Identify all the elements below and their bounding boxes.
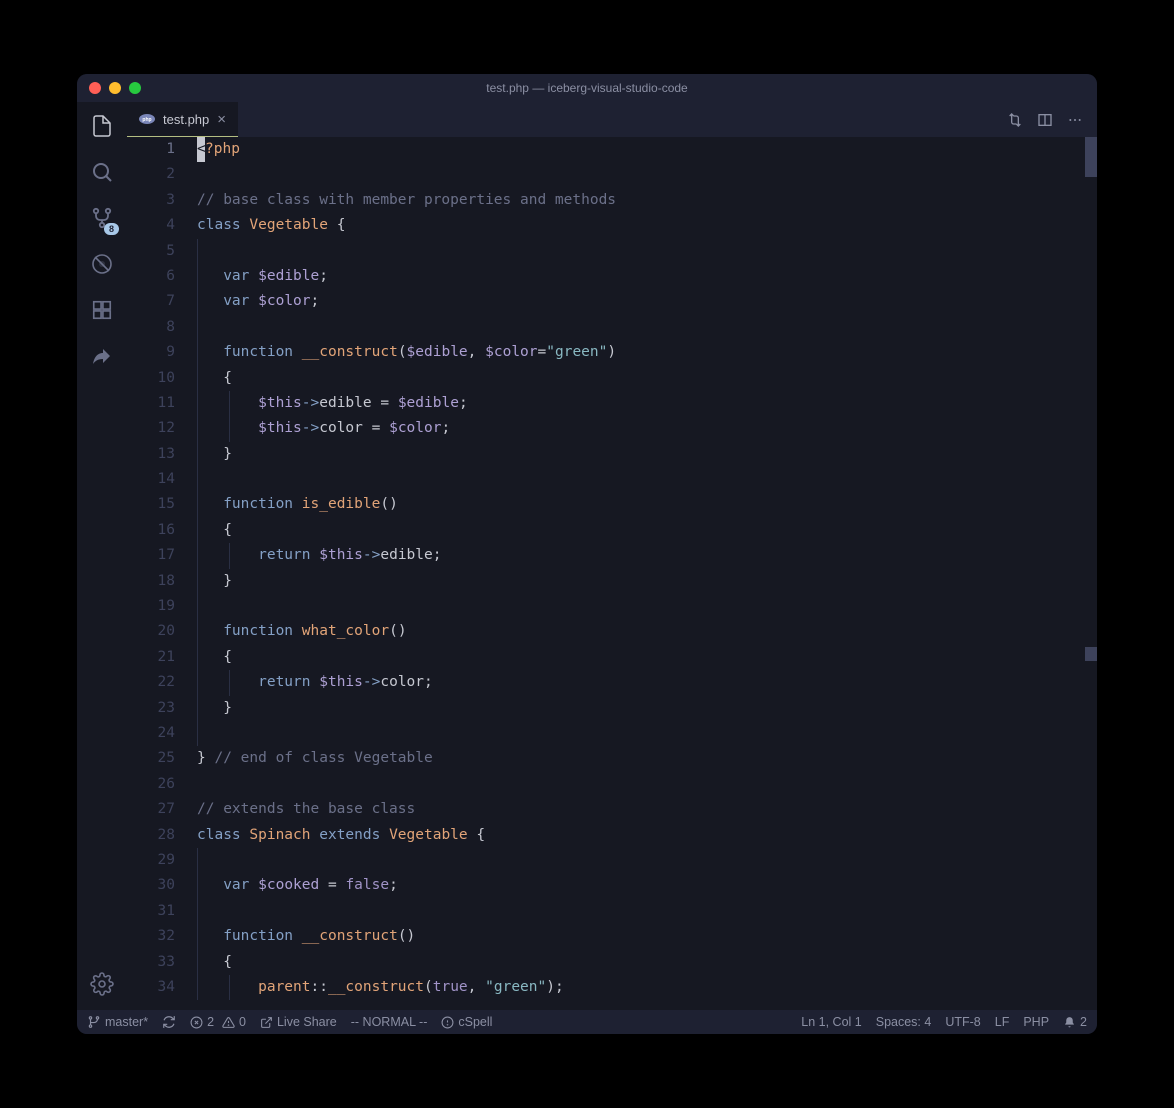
cursor-position[interactable]: Ln 1, Col 1: [801, 1015, 861, 1029]
vim-mode: -- NORMAL --: [351, 1015, 428, 1029]
more-actions-icon[interactable]: [1067, 112, 1083, 128]
error-count: 2: [207, 1015, 214, 1029]
search-icon[interactable]: [88, 158, 116, 186]
debug-icon[interactable]: [88, 250, 116, 278]
status-bar: master* 2 0 Live Share -- NORMAL -- cSpe…: [77, 1010, 1097, 1034]
tab-label: test.php: [163, 112, 209, 127]
code-editor[interactable]: 1234567891011121314151617181920212223242…: [127, 137, 1097, 1010]
traffic-lights: [89, 82, 141, 94]
cspell-label: cSpell: [458, 1015, 492, 1029]
language-mode[interactable]: PHP: [1023, 1015, 1049, 1029]
body-area: 8 php test.php: [77, 102, 1097, 1010]
settings-gear-icon[interactable]: [88, 970, 116, 998]
explorer-icon[interactable]: [88, 112, 116, 140]
scrollbar-thumb[interactable]: [1085, 137, 1097, 177]
minimize-window-button[interactable]: [109, 82, 121, 94]
tabs-bar: php test.php ×: [127, 102, 1097, 137]
problems-indicator[interactable]: 2 0: [190, 1015, 246, 1029]
tab-test-php[interactable]: php test.php ×: [127, 102, 238, 137]
branch-name: master*: [105, 1015, 148, 1029]
branch-indicator[interactable]: master*: [87, 1015, 148, 1029]
close-tab-icon[interactable]: ×: [217, 111, 226, 128]
notification-count: 2: [1080, 1015, 1087, 1029]
tab-actions: [993, 102, 1097, 137]
indentation-indicator[interactable]: Spaces: 4: [876, 1015, 932, 1029]
notifications-indicator[interactable]: 2: [1063, 1015, 1087, 1029]
scrollbar-track[interactable]: [1085, 137, 1097, 1010]
window-title: test.php — iceberg-visual-studio-code: [77, 81, 1097, 95]
maximize-window-button[interactable]: [129, 82, 141, 94]
extensions-icon[interactable]: [88, 296, 116, 324]
titlebar: test.php — iceberg-visual-studio-code: [77, 74, 1097, 102]
source-control-icon[interactable]: 8: [88, 204, 116, 232]
encoding-indicator[interactable]: UTF-8: [945, 1015, 980, 1029]
liveshare-label: Live Share: [277, 1015, 337, 1029]
minimap-marker: [1085, 647, 1097, 661]
line-number-gutter: 1234567891011121314151617181920212223242…: [127, 137, 197, 1010]
code-content[interactable]: <?php// base class with member propertie…: [197, 137, 1097, 1010]
vscode-window: test.php — iceberg-visual-studio-code 8: [77, 74, 1097, 1034]
liveshare-icon[interactable]: [88, 342, 116, 370]
compare-changes-icon[interactable]: [1007, 112, 1023, 128]
cspell-status[interactable]: cSpell: [441, 1015, 492, 1029]
activity-bar: 8: [77, 102, 127, 1010]
php-file-icon: php: [139, 111, 155, 127]
editor-area: php test.php ×: [127, 102, 1097, 1010]
close-window-button[interactable]: [89, 82, 101, 94]
sync-icon[interactable]: [162, 1015, 176, 1029]
svg-text:php: php: [142, 117, 151, 123]
scm-badge: 8: [104, 223, 119, 235]
split-editor-icon[interactable]: [1037, 112, 1053, 128]
liveshare-status[interactable]: Live Share: [260, 1015, 337, 1029]
warning-count: 0: [239, 1015, 246, 1029]
eol-indicator[interactable]: LF: [995, 1015, 1010, 1029]
